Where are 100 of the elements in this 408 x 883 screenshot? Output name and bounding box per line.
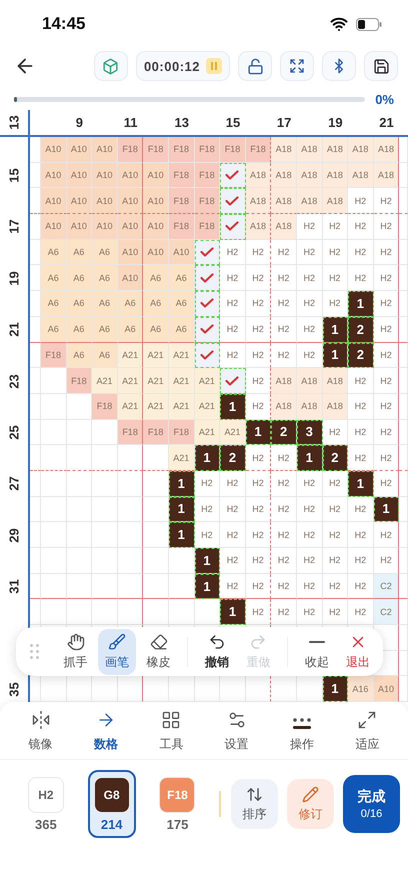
bead-cell[interactable]: A10 <box>143 162 169 188</box>
filled-cell[interactable]: 1 <box>168 470 195 497</box>
bead-cell[interactable]: H2 <box>374 522 400 548</box>
bead-cell[interactable]: A18 <box>374 162 400 188</box>
save-button[interactable] <box>364 51 398 81</box>
cube-button[interactable] <box>94 51 128 81</box>
bead-cell[interactable]: H2 <box>246 240 272 266</box>
bead-cell[interactable]: F18 <box>92 394 118 420</box>
bead-cell[interactable]: F18 <box>194 188 220 214</box>
bead-cell[interactable]: A10 <box>143 240 169 266</box>
done-button[interactable]: 完成 0/16 <box>343 775 400 833</box>
bead-cell[interactable]: H2 <box>374 265 400 292</box>
bead-cell[interactable]: H2 <box>246 394 272 420</box>
bead-cell[interactable]: H2 <box>296 316 323 342</box>
bead-cell[interactable]: H2 <box>296 574 323 600</box>
grid-cell[interactable] <box>399 162 408 188</box>
bead-cell[interactable]: A6 <box>92 265 118 292</box>
filled-cell[interactable]: 1 <box>194 574 220 600</box>
bead-cell[interactable]: H2 <box>246 445 272 471</box>
bead-cell[interactable]: A6 <box>143 316 169 342</box>
grid-cell[interactable] <box>399 240 408 266</box>
bead-cell[interactable]: A18 <box>348 137 374 163</box>
sort-button[interactable]: 排序 <box>231 779 278 829</box>
bead-cell[interactable]: A6 <box>41 316 67 342</box>
bead-cell[interactable]: A21 <box>143 394 169 420</box>
bead-cell[interactable]: A18 <box>271 188 297 214</box>
filled-cell[interactable]: 2 <box>348 316 374 342</box>
bead-cell[interactable]: A10 <box>168 240 195 266</box>
empty-cell[interactable] <box>118 470 144 497</box>
bead-cell[interactable]: F18 <box>118 137 144 163</box>
bead-cell[interactable]: H2 <box>296 470 323 497</box>
filled-cell[interactable]: 2 <box>220 445 246 471</box>
bead-cell[interactable]: F18 <box>168 420 195 446</box>
tool-button[interactable]: 撤销 <box>198 628 236 674</box>
bead-cell[interactable]: H2 <box>296 214 323 240</box>
bead-cell[interactable]: H2 <box>296 291 323 317</box>
bead-cell[interactable]: A21 <box>118 368 144 394</box>
grid-cell[interactable] <box>30 496 41 522</box>
bead-cell[interactable]: H2 <box>296 496 323 522</box>
bead-cell[interactable]: A6 <box>92 291 118 317</box>
grid-cell[interactable] <box>399 599 408 626</box>
checked-cell[interactable] <box>194 265 220 292</box>
grid-cell[interactable] <box>399 548 408 574</box>
filled-cell[interactable]: 1 <box>168 496 195 522</box>
bead-cell[interactable]: A18 <box>246 188 272 214</box>
tab[interactable]: 设置 <box>208 706 265 759</box>
bead-cell[interactable]: A10 <box>41 214 67 240</box>
filled-cell[interactable]: 1 <box>348 291 374 317</box>
tab[interactable]: 工具 <box>143 706 200 759</box>
bead-cell[interactable]: H2 <box>348 188 374 214</box>
bead-cell[interactable]: A18 <box>271 214 297 240</box>
bead-cell[interactable]: A21 <box>118 394 144 420</box>
unlock-button[interactable] <box>238 51 272 81</box>
bead-cell[interactable]: A18 <box>246 162 272 188</box>
bead-cell[interactable]: A18 <box>271 394 297 420</box>
bead-cell[interactable]: A6 <box>41 240 67 266</box>
bead-cell[interactable]: H2 <box>246 574 272 600</box>
grid-cell[interactable] <box>399 137 408 163</box>
bead-cell[interactable]: A21 <box>168 394 195 420</box>
bead-cell[interactable]: F18 <box>41 342 67 368</box>
grid-cell[interactable] <box>399 291 408 317</box>
tab[interactable]: 数格 <box>78 706 134 759</box>
bluetooth-button[interactable] <box>322 51 356 81</box>
grid-cell[interactable] <box>30 522 41 548</box>
grid-cell[interactable] <box>399 574 408 600</box>
grid-cell[interactable] <box>399 342 408 368</box>
bead-cell[interactable]: A10 <box>66 162 92 188</box>
bead-cell[interactable]: H2 <box>374 214 400 240</box>
bead-cell[interactable]: H2 <box>271 548 297 574</box>
bead-cell[interactable]: H2 <box>271 291 297 317</box>
grid-cell[interactable] <box>399 470 408 497</box>
bead-cell[interactable]: A6 <box>143 291 169 317</box>
checked-cell[interactable] <box>220 188 246 214</box>
grid-cell[interactable] <box>399 625 408 651</box>
checked-cell[interactable] <box>220 368 246 394</box>
bead-cell[interactable]: A18 <box>322 188 348 214</box>
tool-button[interactable]: 收起 <box>298 628 336 674</box>
bead-cell[interactable]: H2 <box>348 394 374 420</box>
bead-cell[interactable]: H2 <box>322 548 348 574</box>
bead-cell[interactable]: H2 <box>246 548 272 574</box>
bead-cell[interactable]: H2 <box>271 574 297 600</box>
bead-cell[interactable]: A21 <box>194 368 220 394</box>
grid-cell[interactable] <box>30 394 41 420</box>
grid-cell[interactable] <box>399 368 408 394</box>
bead-cell[interactable]: H2 <box>246 470 272 497</box>
bead-cell[interactable]: H2 <box>374 368 400 394</box>
bead-cell[interactable]: A6 <box>66 316 92 342</box>
bead-cell[interactable]: A10 <box>143 214 169 240</box>
bead-cell[interactable]: H2 <box>348 548 374 574</box>
filled-cell[interactable]: 1 <box>322 676 348 702</box>
bead-cell[interactable]: H2 <box>220 496 246 522</box>
filled-cell[interactable]: 1 <box>348 470 374 497</box>
bead-cell[interactable]: F18 <box>194 162 220 188</box>
timer-button[interactable]: 00:00:12 <box>136 51 230 81</box>
bead-cell[interactable]: A21 <box>220 420 246 446</box>
bead-cell[interactable]: A18 <box>296 162 323 188</box>
tool-button[interactable]: 橡皮 <box>140 628 178 674</box>
bead-cell[interactable]: H2 <box>246 342 272 368</box>
bead-cell[interactable]: H2 <box>296 522 323 548</box>
color-swatch[interactable]: G8 214 <box>88 770 136 838</box>
